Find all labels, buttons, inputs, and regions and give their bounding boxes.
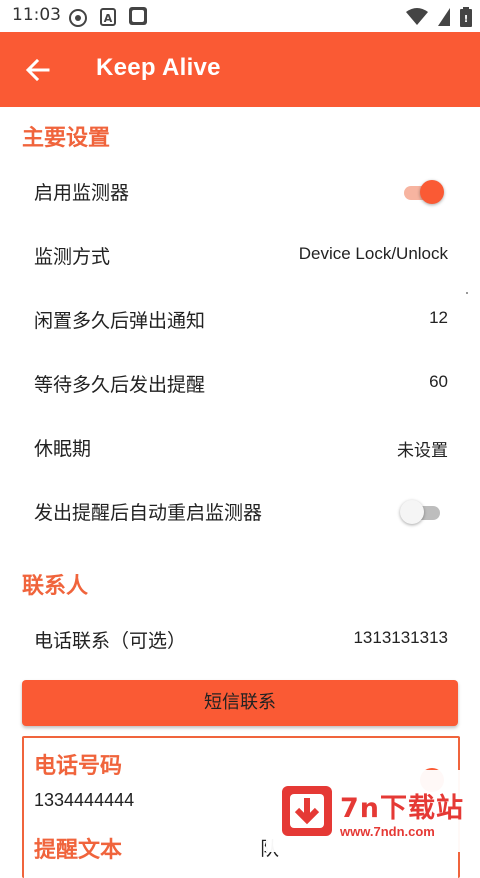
pref-value: 1313131313 xyxy=(353,628,448,647)
pref-value: 12 xyxy=(429,308,448,327)
app-title: Keep Alive xyxy=(96,54,221,81)
status-bar: 11:03 A ! xyxy=(0,0,480,32)
app-bar: Keep Alive xyxy=(0,32,480,107)
svg-text:A: A xyxy=(104,12,113,25)
sms-contact-button[interactable]: 短信联系 xyxy=(22,680,458,726)
pref-value: 未设置 xyxy=(397,441,448,460)
sync-icon xyxy=(69,9,87,27)
signal-icon xyxy=(438,8,450,26)
phone-number-value: 1334444444 xyxy=(34,790,135,810)
watermark-brand: 7n下载站 xyxy=(340,793,465,824)
white-square-icon xyxy=(129,7,147,25)
svg-text:!: ! xyxy=(464,14,469,25)
pref-value: 60 xyxy=(429,372,448,391)
pref-label: 等待多久后发出提醒 xyxy=(34,374,206,396)
download-arrow-icon xyxy=(282,786,332,836)
pref-wait-alert[interactable]: 等待多久后发出提醒 60 xyxy=(0,352,480,416)
wifi-icon xyxy=(406,8,428,25)
pref-label: 启用监测器 xyxy=(34,182,130,204)
phone-number-title: 电话号码 xyxy=(34,754,123,779)
watermark-url: www.7ndn.com xyxy=(340,824,435,839)
pref-monitor-mode[interactable]: 监测方式 Device Lock/Unlock xyxy=(0,224,480,288)
battery-icon: ! xyxy=(460,7,472,27)
pref-label: 休眠期 xyxy=(34,438,92,460)
scroll-indicator xyxy=(466,292,468,294)
pref-value: Device Lock/Unlock xyxy=(298,244,448,263)
pref-phone-contact[interactable]: 电话联系（可选） 1313131313 xyxy=(0,608,480,672)
enable-monitor-toggle[interactable] xyxy=(400,180,444,204)
pref-label: 监测方式 xyxy=(34,246,111,268)
watermark: 7n下载站 www.7ndn.com xyxy=(266,770,480,852)
pref-sleep-period[interactable]: 休眠期 未设置 xyxy=(0,416,480,480)
text-a-icon: A xyxy=(100,8,116,26)
pref-auto-restart[interactable]: 发出提醒后自动重启监测器 xyxy=(0,480,480,544)
section-title-contacts: 联系人 xyxy=(22,574,89,599)
pref-label: 闲置多久后弹出通知 xyxy=(34,310,206,332)
status-time: 11:03 xyxy=(12,5,61,25)
pref-idle-notify[interactable]: 闲置多久后弹出通知 12 xyxy=(0,288,480,352)
reminder-text-title: 提醒文本 xyxy=(34,838,123,863)
pref-label: 电话联系（可选） xyxy=(34,630,187,652)
pref-label: 发出提醒后自动重启监测器 xyxy=(34,502,263,524)
section-title-main: 主要设置 xyxy=(22,126,111,151)
arrow-left-icon[interactable] xyxy=(24,56,52,84)
auto-restart-toggle[interactable] xyxy=(400,500,444,524)
pref-enable-monitor[interactable]: 启用监测器 xyxy=(0,160,480,224)
